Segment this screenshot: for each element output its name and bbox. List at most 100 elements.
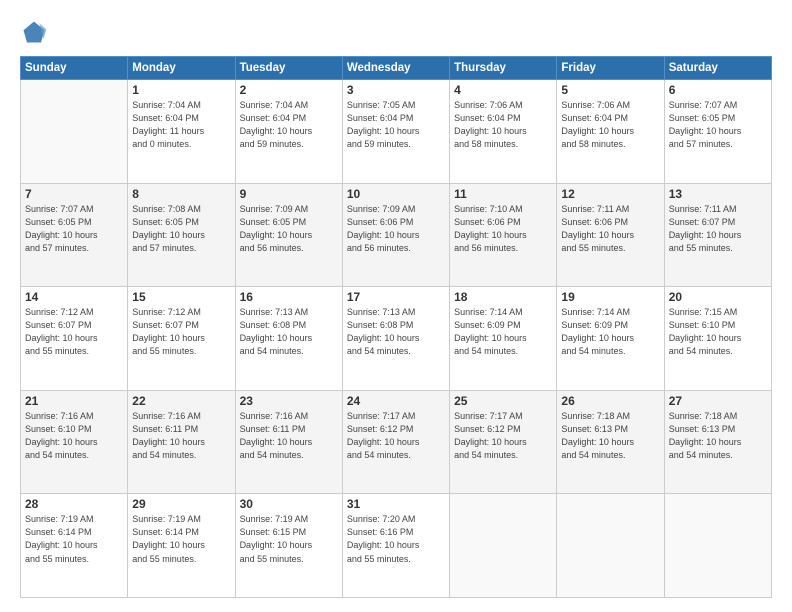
day-number: 27 [669,394,767,408]
day-number: 12 [561,187,659,201]
day-info: Sunrise: 7:18 AM Sunset: 6:13 PM Dayligh… [561,410,659,462]
day-info: Sunrise: 7:19 AM Sunset: 6:14 PM Dayligh… [132,513,230,565]
calendar-cell: 2 Sunrise: 7:04 AM Sunset: 6:04 PM Daylig… [235,80,342,184]
calendar-cell: 28 Sunrise: 7:19 AM Sunset: 6:14 PM Dayli… [21,494,128,598]
day-number: 8 [132,187,230,201]
weekday-header-wednesday: Wednesday [342,57,449,80]
day-number: 28 [25,497,123,511]
day-info: Sunrise: 7:06 AM Sunset: 6:04 PM Dayligh… [561,99,659,151]
day-number: 1 [132,83,230,97]
day-number: 30 [240,497,338,511]
day-info: Sunrise: 7:19 AM Sunset: 6:15 PM Dayligh… [240,513,338,565]
day-info: Sunrise: 7:16 AM Sunset: 6:10 PM Dayligh… [25,410,123,462]
day-number: 3 [347,83,445,97]
day-info: Sunrise: 7:13 AM Sunset: 6:08 PM Dayligh… [240,306,338,358]
day-number: 2 [240,83,338,97]
day-number: 14 [25,290,123,304]
day-number: 29 [132,497,230,511]
weekday-header-sunday: Sunday [21,57,128,80]
day-info: Sunrise: 7:15 AM Sunset: 6:10 PM Dayligh… [669,306,767,358]
weekday-header-monday: Monday [128,57,235,80]
calendar-cell [450,494,557,598]
calendar-week-row-3: 21 Sunrise: 7:16 AM Sunset: 6:10 PM Dayli… [21,390,772,494]
day-number: 31 [347,497,445,511]
calendar-cell: 29 Sunrise: 7:19 AM Sunset: 6:14 PM Dayli… [128,494,235,598]
day-info: Sunrise: 7:12 AM Sunset: 6:07 PM Dayligh… [25,306,123,358]
day-number: 17 [347,290,445,304]
day-number: 5 [561,83,659,97]
day-info: Sunrise: 7:17 AM Sunset: 6:12 PM Dayligh… [454,410,552,462]
weekday-header-row: SundayMondayTuesdayWednesdayThursdayFrid… [21,57,772,80]
day-info: Sunrise: 7:11 AM Sunset: 6:06 PM Dayligh… [561,203,659,255]
calendar-cell: 30 Sunrise: 7:19 AM Sunset: 6:15 PM Dayli… [235,494,342,598]
calendar-cell: 7Sunrise: 7:07 AM Sunset: 6:05 PM Daylig… [21,183,128,287]
day-info: Sunrise: 7:16 AM Sunset: 6:11 PM Dayligh… [240,410,338,462]
calendar-cell: 15Sunrise: 7:12 AM Sunset: 6:07 PM Dayli… [128,287,235,391]
day-info: Sunrise: 7:09 AM Sunset: 6:05 PM Dayligh… [240,203,338,255]
calendar-cell: 13Sunrise: 7:11 AM Sunset: 6:07 PM Dayli… [664,183,771,287]
calendar-week-row-2: 14 Sunrise: 7:12 AM Sunset: 6:07 PM Dayli… [21,287,772,391]
calendar-cell: 20 Sunrise: 7:15 AM Sunset: 6:10 PM Dayli… [664,287,771,391]
calendar-cell: 3 Sunrise: 7:05 AM Sunset: 6:04 PM Daylig… [342,80,449,184]
calendar-cell: 23 Sunrise: 7:16 AM Sunset: 6:11 PM Dayli… [235,390,342,494]
day-number: 25 [454,394,552,408]
day-number: 23 [240,394,338,408]
day-info: Sunrise: 7:07 AM Sunset: 6:05 PM Dayligh… [25,203,123,255]
day-number: 6 [669,83,767,97]
calendar-cell [664,494,771,598]
day-info: Sunrise: 7:18 AM Sunset: 6:13 PM Dayligh… [669,410,767,462]
day-number: 4 [454,83,552,97]
day-number: 11 [454,187,552,201]
calendar-cell: 1 Sunrise: 7:04 AM Sunset: 6:04 PM Daylig… [128,80,235,184]
calendar-week-row-1: 7Sunrise: 7:07 AM Sunset: 6:05 PM Daylig… [21,183,772,287]
calendar-cell: 27 Sunrise: 7:18 AM Sunset: 6:13 PM Dayli… [664,390,771,494]
day-info: Sunrise: 7:09 AM Sunset: 6:06 PM Dayligh… [347,203,445,255]
calendar-cell: 17 Sunrise: 7:13 AM Sunset: 6:08 PM Dayli… [342,287,449,391]
day-info: Sunrise: 7:04 AM Sunset: 6:04 PM Dayligh… [132,99,230,151]
calendar-cell: 5 Sunrise: 7:06 AM Sunset: 6:04 PM Daylig… [557,80,664,184]
calendar-cell: 6 Sunrise: 7:07 AM Sunset: 6:05 PM Daylig… [664,80,771,184]
day-info: Sunrise: 7:11 AM Sunset: 6:07 PM Dayligh… [669,203,767,255]
day-number: 20 [669,290,767,304]
day-info: Sunrise: 7:13 AM Sunset: 6:08 PM Dayligh… [347,306,445,358]
calendar-table: SundayMondayTuesdayWednesdayThursdayFrid… [20,56,772,598]
logo [20,18,52,46]
calendar-cell: 22 Sunrise: 7:16 AM Sunset: 6:11 PM Dayli… [128,390,235,494]
calendar-week-row-0: 1 Sunrise: 7:04 AM Sunset: 6:04 PM Daylig… [21,80,772,184]
calendar-cell: 18Sunrise: 7:14 AM Sunset: 6:09 PM Dayli… [450,287,557,391]
calendar-cell: 24 Sunrise: 7:17 AM Sunset: 6:12 PM Dayli… [342,390,449,494]
day-info: Sunrise: 7:05 AM Sunset: 6:04 PM Dayligh… [347,99,445,151]
day-info: Sunrise: 7:19 AM Sunset: 6:14 PM Dayligh… [25,513,123,565]
weekday-header-thursday: Thursday [450,57,557,80]
calendar-cell: 14 Sunrise: 7:12 AM Sunset: 6:07 PM Dayli… [21,287,128,391]
day-info: Sunrise: 7:10 AM Sunset: 6:06 PM Dayligh… [454,203,552,255]
calendar-cell: 25 Sunrise: 7:17 AM Sunset: 6:12 PM Dayli… [450,390,557,494]
day-info: Sunrise: 7:04 AM Sunset: 6:04 PM Dayligh… [240,99,338,151]
day-info: Sunrise: 7:20 AM Sunset: 6:16 PM Dayligh… [347,513,445,565]
day-number: 19 [561,290,659,304]
calendar-cell: 4 Sunrise: 7:06 AM Sunset: 6:04 PM Daylig… [450,80,557,184]
day-number: 24 [347,394,445,408]
day-number: 26 [561,394,659,408]
calendar-cell [21,80,128,184]
calendar-cell: 26 Sunrise: 7:18 AM Sunset: 6:13 PM Dayli… [557,390,664,494]
weekday-header-saturday: Saturday [664,57,771,80]
calendar-cell: 9 Sunrise: 7:09 AM Sunset: 6:05 PM Daylig… [235,183,342,287]
day-info: Sunrise: 7:12 AM Sunset: 6:07 PM Dayligh… [132,306,230,358]
page: SundayMondayTuesdayWednesdayThursdayFrid… [0,0,792,612]
day-number: 9 [240,187,338,201]
day-info: Sunrise: 7:16 AM Sunset: 6:11 PM Dayligh… [132,410,230,462]
calendar-cell [557,494,664,598]
day-info: Sunrise: 7:17 AM Sunset: 6:12 PM Dayligh… [347,410,445,462]
calendar-cell: 16Sunrise: 7:13 AM Sunset: 6:08 PM Dayli… [235,287,342,391]
day-number: 21 [25,394,123,408]
calendar-cell: 12 Sunrise: 7:11 AM Sunset: 6:06 PM Dayli… [557,183,664,287]
calendar-cell: 19Sunrise: 7:14 AM Sunset: 6:09 PM Dayli… [557,287,664,391]
day-number: 10 [347,187,445,201]
day-info: Sunrise: 7:07 AM Sunset: 6:05 PM Dayligh… [669,99,767,151]
day-number: 22 [132,394,230,408]
day-info: Sunrise: 7:06 AM Sunset: 6:04 PM Dayligh… [454,99,552,151]
day-info: Sunrise: 7:14 AM Sunset: 6:09 PM Dayligh… [454,306,552,358]
header [20,18,772,46]
logo-icon [20,18,48,46]
